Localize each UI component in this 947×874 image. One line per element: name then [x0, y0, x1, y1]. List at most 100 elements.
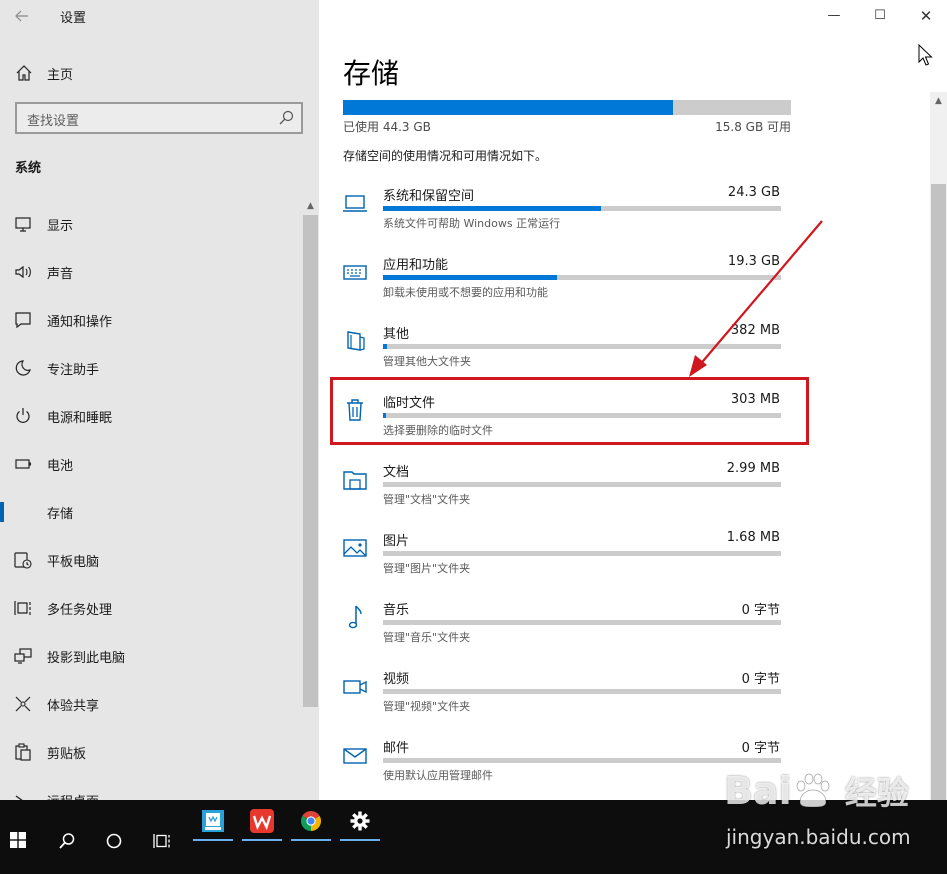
sidebar-item-focus-assist[interactable]: 专注助手 — [0, 348, 300, 388]
category-name: 应用和功能 — [383, 258, 449, 273]
sidebar-item-tablet[interactable]: 平板电脑 — [0, 540, 300, 580]
sidebar-item-remote-desktop[interactable]: 远程桌面 — [0, 780, 300, 800]
sidebar-item-storage[interactable]: 存储 — [0, 492, 300, 532]
mouse-cursor-icon — [918, 44, 933, 66]
sidebar-item-label: 专注助手 — [47, 363, 100, 378]
cortana-circle-icon — [106, 833, 122, 849]
sidebar-item-power-sleep[interactable]: 电源和睡眠 — [0, 396, 300, 436]
sidebar-item-label: 电源和睡眠 — [47, 411, 113, 426]
total-storage-bar-fill — [343, 100, 674, 115]
windows-start-icon — [10, 832, 26, 848]
category-description: 使用默认应用管理邮件 — [383, 769, 493, 782]
sidebar-item-clipboard[interactable]: 剪贴板 — [0, 732, 300, 772]
storage-icon — [12, 502, 34, 522]
minimize-button[interactable]: — — [811, 3, 857, 29]
moon-icon — [15, 360, 31, 376]
sidebar-item-label: 剪贴板 — [47, 747, 87, 762]
sidebar-item-shared-experiences[interactable]: 体验共享 — [0, 684, 300, 724]
category-name: 其他 — [383, 327, 410, 342]
taskbar-search-button[interactable] — [48, 800, 88, 874]
storage-category-music[interactable]: 音乐 0 字节 管理"音乐"文件夹 — [335, 599, 795, 665]
settings-sidebar: 设置 主页 查找设置 系统 显示 声音 通知和操作 专注助手 电源和睡眠 电池 … — [0, 0, 319, 800]
category-size: 2.99 MB — [726, 461, 780, 476]
storage-description: 存储空间的使用情况和可用情况如下。 — [343, 149, 548, 163]
category-description: 系统文件可帮助 Windows 正常运行 — [383, 217, 561, 230]
content-scroll-thumb[interactable] — [931, 184, 946, 800]
category-name: 文档 — [383, 465, 410, 480]
wps-icon — [250, 809, 274, 833]
taskbar-app-wps[interactable] — [242, 800, 282, 842]
category-description: 管理"音乐"文件夹 — [383, 631, 471, 644]
category-size: 24.3 GB — [727, 185, 780, 200]
category-usage-bar — [383, 551, 781, 556]
music-note-icon — [348, 605, 362, 629]
maximize-button[interactable]: ☐ — [857, 3, 903, 29]
taskbar — [0, 800, 947, 874]
app-running-indicator — [242, 839, 282, 841]
home-icon — [16, 65, 32, 81]
close-button[interactable]: ✕ — [903, 3, 947, 29]
category-usage-bar — [383, 413, 781, 418]
category-description: 卸载未使用或不想要的应用和功能 — [383, 286, 548, 299]
storage-category-documents[interactable]: 文档 2.99 MB 管理"文档"文件夹 — [335, 461, 795, 527]
app-running-indicator — [340, 839, 380, 841]
gear-icon — [350, 811, 370, 831]
window-title: 设置 — [60, 11, 87, 26]
task-view-button[interactable] — [144, 800, 184, 874]
category-size: 303 MB — [730, 392, 780, 407]
storage-category-pictures[interactable]: 图片 1.68 MB 管理"图片"文件夹 — [335, 530, 795, 596]
sidebar-item-notifications[interactable]: 通知和操作 — [0, 300, 300, 340]
storage-category-mail[interactable]: 邮件 0 字节 使用默认应用管理邮件 — [335, 737, 795, 803]
search-icon — [279, 110, 294, 125]
sidebar-scroll-thumb[interactable] — [303, 215, 318, 707]
sidebar-item-label: 多任务处理 — [47, 603, 113, 618]
sidebar-item-label: 声音 — [47, 267, 74, 282]
sidebar-scroll-up-button[interactable]: ▲ — [302, 198, 319, 215]
category-usage-bar-fill — [383, 275, 557, 280]
category-size: 0 字节 — [741, 603, 780, 618]
sidebar-item-label: 远程桌面 — [47, 791, 99, 800]
category-usage-bar — [383, 758, 781, 763]
remote-desktop-icon — [15, 795, 23, 800]
sidebar-item-label: 平板电脑 — [47, 555, 100, 570]
taskbar-app-notepad[interactable] — [193, 800, 233, 842]
storage-category-videos[interactable]: 视频 0 字节 管理"视频"文件夹 — [335, 668, 795, 734]
sidebar-item-project[interactable]: 投影到此电脑 — [0, 636, 300, 676]
sidebar-item-sound[interactable]: 声音 — [0, 252, 300, 292]
sidebar-item-battery[interactable]: 电池 — [0, 444, 300, 484]
annotation-arrow-icon — [689, 220, 823, 377]
sidebar-item-multitasking[interactable]: 多任务处理 — [0, 588, 300, 628]
used-space-label: 已使用 44.3 GB — [343, 120, 431, 134]
search-icon — [59, 833, 75, 849]
start-button[interactable] — [0, 800, 34, 874]
share-icon — [15, 696, 31, 712]
home-link[interactable]: 主页 — [0, 56, 300, 90]
search-placeholder: 查找设置 — [27, 114, 80, 129]
sidebar-item-display[interactable]: 显示 — [0, 204, 300, 244]
category-name: 邮件 — [383, 741, 410, 756]
settings-search-box[interactable]: 查找设置 — [15, 102, 303, 134]
category-description: 选择要删除的临时文件 — [383, 424, 493, 437]
message-icon — [15, 312, 31, 329]
content-scroll-up-button[interactable]: ▲ — [930, 92, 947, 110]
taskbar-app-settings[interactable] — [340, 800, 380, 842]
keyboard-icon — [343, 265, 367, 280]
notepad-app-icon — [202, 810, 224, 832]
sidebar-item-label: 显示 — [47, 219, 74, 234]
trash-icon — [347, 399, 363, 421]
mail-icon — [343, 748, 367, 764]
monitor-icon — [15, 217, 31, 232]
category-usage-bar-fill — [383, 344, 387, 349]
taskbar-app-chrome[interactable] — [291, 800, 331, 842]
category-description: 管理"图片"文件夹 — [383, 562, 471, 575]
back-button[interactable] — [10, 4, 34, 28]
category-name: 临时文件 — [383, 396, 436, 411]
other-files-icon — [347, 331, 365, 351]
cortana-button[interactable] — [96, 800, 136, 874]
category-description: 管理"文档"文件夹 — [383, 493, 471, 506]
task-view-icon — [153, 834, 170, 848]
storage-category-temporary-files[interactable]: 临时文件 303 MB 选择要删除的临时文件 — [335, 392, 795, 458]
sidebar-item-label: 投影到此电脑 — [47, 651, 126, 666]
category-name: 音乐 — [383, 603, 410, 618]
category-name: 系统和保留空间 — [383, 189, 475, 204]
